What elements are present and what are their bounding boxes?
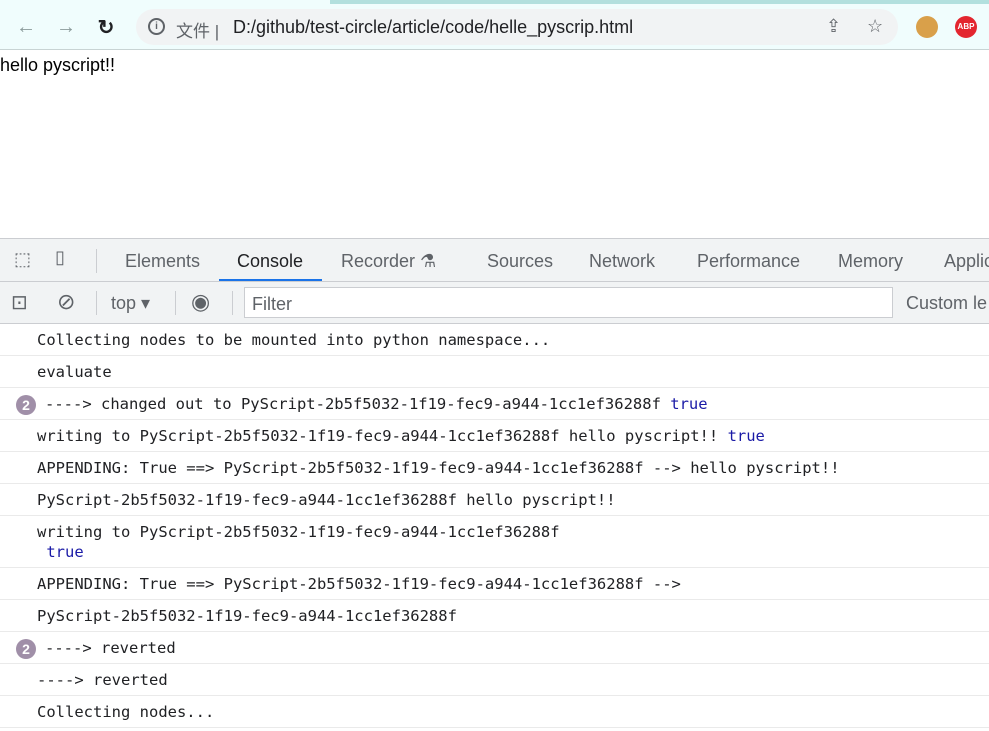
message-text: PyScript-2b5f5032-1f19-fec9-a944-1cc1ef3… <box>37 607 457 625</box>
console-message: evaluate <box>0 356 989 388</box>
console-message: Collecting nodes... <box>0 696 989 728</box>
console-message: 2 ----> changed out to PyScript-2b5f5032-… <box>0 388 989 420</box>
console-message: writing to PyScript-2b5f5032-1f19-fec9-a… <box>0 420 989 452</box>
message-text: writing to PyScript-2b5f5032-1f19-fec9-a… <box>37 523 560 541</box>
scheme-label: 文件 | <box>176 22 220 41</box>
active-tab-indicator <box>219 279 322 281</box>
message-text: writing to PyScript-2b5f5032-1f19-fec9-a… <box>37 427 728 445</box>
inspect-element-icon[interactable]: ⬚ <box>14 249 31 270</box>
console-message: APPENDING: True ==> PyScript-2b5f5032-1f… <box>0 452 989 484</box>
console-log: Collecting nodes to be mounted into pyth… <box>0 324 989 728</box>
message-text: APPENDING: True ==> PyScript-2b5f5032-1f… <box>37 459 840 477</box>
message-text: ----> reverted <box>37 671 168 689</box>
tab-performance[interactable]: Performance <box>697 251 800 272</box>
back-icon[interactable]: ← <box>12 13 40 41</box>
address-bar[interactable]: i 文件 | D:/github/test-circle/article/cod… <box>136 9 898 45</box>
console-message: APPENDING: True ==> PyScript-2b5f5032-1f… <box>0 568 989 600</box>
console-message: PyScript-2b5f5032-1f19-fec9-a944-1cc1ef3… <box>0 600 989 632</box>
message-text: Collecting nodes to be mounted into pyth… <box>37 331 551 349</box>
filter-input[interactable]: Filter <box>244 287 893 318</box>
console-message: writing to PyScript-2b5f5032-1f19-fec9-a… <box>0 516 989 568</box>
tab-console[interactable]: Console <box>237 251 303 272</box>
console-message: 2 ----> reverted <box>0 632 989 664</box>
custom-levels-dropdown[interactable]: Custom le <box>906 293 987 314</box>
repeat-count-badge: 2 <box>16 395 36 415</box>
message-text: PyScript-2b5f5032-1f19-fec9-a944-1cc1ef3… <box>37 491 616 509</box>
devtools-tab-bar: ⬚ ▯ Elements Console Recorder ⚗ Sources … <box>0 238 989 282</box>
reload-icon[interactable]: ↻ <box>92 13 120 41</box>
clear-console-icon[interactable]: ⊘ <box>57 289 75 315</box>
message-text: ----> reverted <box>45 639 176 657</box>
eye-icon[interactable]: ◉ <box>191 289 210 315</box>
info-icon[interactable]: i <box>148 18 165 35</box>
tab-network[interactable]: Network <box>589 251 655 272</box>
forward-icon[interactable]: → <box>52 13 80 41</box>
tab-sources[interactable]: Sources <box>487 251 553 272</box>
page-content: hello pyscript!! <box>0 55 116 75</box>
tab-elements[interactable]: Elements <box>125 251 200 272</box>
message-text: Collecting nodes... <box>37 703 215 721</box>
context-selector[interactable]: top ▾ <box>111 293 150 314</box>
repeat-count-badge: 2 <box>16 639 36 659</box>
boolean-value: true <box>727 427 765 445</box>
message-text: APPENDING: True ==> PyScript-2b5f5032-1f… <box>37 575 681 593</box>
sidebar-toggle-icon[interactable]: ⊡ <box>11 290 28 315</box>
adblock-extension-icon[interactable]: ABP <box>955 16 977 38</box>
message-text: evaluate <box>37 363 112 381</box>
console-message: PyScript-2b5f5032-1f19-fec9-a944-1cc1ef3… <box>0 484 989 516</box>
console-message: Collecting nodes to be mounted into pyth… <box>0 324 989 356</box>
boolean-value: true <box>670 395 708 413</box>
url-text[interactable]: D:/github/test-circle/article/code/helle… <box>233 17 633 38</box>
cookie-extension-icon[interactable] <box>916 16 938 38</box>
console-message: ----> reverted <box>0 664 989 696</box>
browser-tab[interactable] <box>330 0 989 4</box>
tab-memory[interactable]: Memory <box>838 251 903 272</box>
tab-application[interactable]: Applic <box>944 251 989 272</box>
browser-toolbar: ← → ↻ i 文件 | D:/github/test-circle/artic… <box>0 5 989 50</box>
boolean-value: true <box>46 543 84 561</box>
star-icon[interactable]: ☆ <box>867 16 883 37</box>
tab-recorder[interactable]: Recorder ⚗ <box>341 251 436 272</box>
message-text: ----> changed out to PyScript-2b5f5032-1… <box>45 395 671 413</box>
device-toolbar-icon[interactable]: ▯ <box>55 247 65 268</box>
console-toolbar: ⊡ ⊘ top ▾ ◉ Filter Custom le <box>0 282 989 324</box>
share-icon[interactable]: ⇪ <box>826 16 841 37</box>
flask-icon: ⚗ <box>420 251 437 271</box>
